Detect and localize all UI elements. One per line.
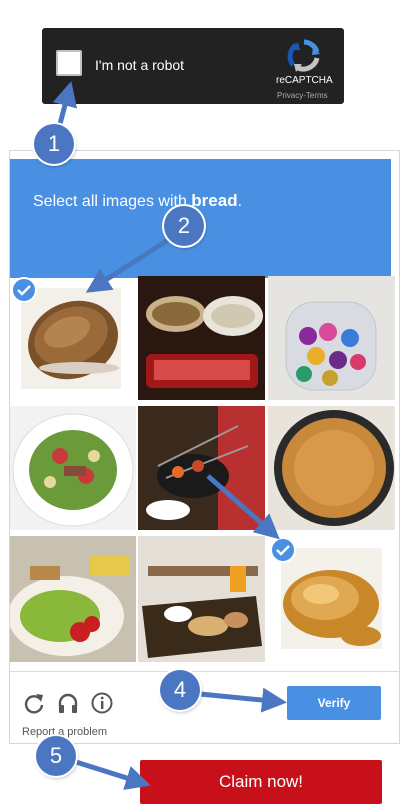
prompt-keyword: bread	[191, 191, 238, 210]
image-tile-fondue[interactable]	[138, 276, 265, 400]
annotation-badge-4: 4	[160, 670, 200, 710]
prompt-prefix: Select all images with	[33, 193, 192, 210]
annotation-arrow-5	[75, 759, 151, 790]
recaptcha-widget: I'm not a robot reCAPTCHA Privacy - Term…	[42, 28, 344, 104]
annotation-badge-5: 5	[36, 736, 76, 776]
image-tile-bread-loaf[interactable]	[21, 288, 121, 389]
image-tile-fondue-fork[interactable]	[138, 406, 265, 530]
image-tile-salad[interactable]	[10, 406, 136, 530]
headphones-icon[interactable]	[56, 691, 80, 715]
image-tile-croissants[interactable]	[281, 548, 382, 649]
challenge-panel: Select all images with bread. Report a p…	[9, 150, 400, 744]
image-tile-salad-tomato[interactable]	[10, 536, 136, 662]
annotation-badge-1: 1	[34, 124, 74, 164]
annotation-badge-2: 2	[164, 206, 204, 246]
not-robot-label: I'm not a robot	[95, 57, 185, 73]
image-tile-paella[interactable]	[268, 406, 395, 530]
terms-link[interactable]: Terms	[306, 91, 328, 100]
recaptcha-logo-icon	[287, 39, 320, 72]
recaptcha-links: Privacy - Terms	[277, 91, 328, 100]
info-icon[interactable]	[90, 691, 114, 715]
challenge-prompt: Select all images with bread.	[33, 191, 242, 211]
selected-checkmark-icon	[270, 537, 296, 563]
not-robot-checkbox[interactable]	[56, 50, 82, 76]
recaptcha-brand: reCAPTCHA	[276, 75, 333, 86]
footer-divider	[10, 671, 400, 672]
image-tile-breakfast-tray[interactable]	[138, 536, 265, 662]
selected-checkmark-icon	[11, 277, 37, 303]
reload-icon[interactable]	[22, 691, 46, 715]
image-tile-easter-eggs[interactable]	[268, 276, 395, 400]
claim-now-button[interactable]: Claim now!	[140, 760, 382, 804]
prompt-suffix: .	[237, 193, 243, 210]
report-problem-link[interactable]: Report a problem	[22, 726, 107, 738]
verify-button[interactable]: Verify	[287, 686, 381, 720]
privacy-link[interactable]: Privacy	[277, 91, 303, 100]
